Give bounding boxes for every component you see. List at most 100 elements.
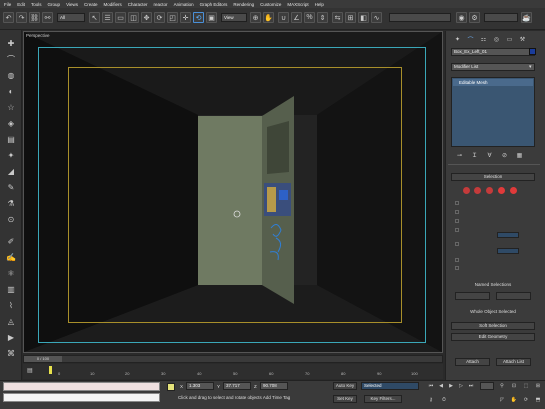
edge-subobject-icon[interactable] [474,187,481,194]
object-name-field[interactable]: Box_Ex_Left_01 [451,48,535,56]
quick-render-icon[interactable]: ☕ [521,12,532,23]
pin-stack-icon[interactable]: ⊸ [455,151,464,159]
z-coord-field[interactable]: 90.708 [260,382,288,390]
reactor-icon[interactable]: ⚛ [5,268,17,279]
brush-icon[interactable]: ✍ [5,252,17,263]
x-coord-field[interactable]: 1.303 [186,382,214,390]
copy-button[interactable] [455,292,490,300]
auto-key-button[interactable]: Auto Key [333,382,357,390]
utilities-icon[interactable]: ◈ [5,118,17,129]
polygon-subobject-icon[interactable] [498,187,505,194]
remove-modifier-icon[interactable]: ⊘ [500,151,509,159]
manipulate-icon[interactable]: ✋ [263,12,274,23]
undo-icon[interactable]: ↶ [3,12,14,23]
vertex-subobject-icon[interactable] [463,187,470,194]
shape-icon[interactable]: ◢ [5,166,17,177]
hierarchy-icon[interactable]: ◍ [5,70,17,81]
ignore-backfacing-checkbox[interactable] [455,210,459,214]
display-tab-icon[interactable]: ▭ [505,35,514,43]
material-editor-icon[interactable]: ◉ [456,12,467,23]
play-icon[interactable]: ▶ [447,382,455,389]
ref-coord-dropdown[interactable]: View [221,13,247,22]
named-selection-dropdown[interactable] [389,13,451,22]
menu-graph-editors[interactable]: Graph Editors [200,2,228,7]
menu-tools[interactable]: Tools [31,2,42,7]
curve-editor-icon[interactable]: ∿ [371,12,382,23]
normals-scale-spinner[interactable] [497,248,519,254]
by-vertex-checkbox[interactable] [455,201,459,205]
key-mode-toggle-icon[interactable]: ⚷ [427,396,435,403]
add-time-tag[interactable]: Add Time Tag [263,395,290,400]
maxscript-listener-input[interactable] [3,382,160,391]
show-end-result-icon[interactable]: Ɪ [470,151,479,159]
menu-maxscript[interactable]: MAXScript [287,2,308,7]
modify-icon[interactable]: ⌒ [5,54,17,65]
select-move-icon[interactable]: ✥ [141,12,152,23]
time-config-icon[interactable]: ⏱ [440,396,448,403]
set-key-button[interactable]: Set Key [333,395,357,403]
element-subobject-icon[interactable] [510,187,517,194]
spacewarp-icon[interactable]: ⚗ [5,198,17,209]
ignore-visible-edges-checkbox[interactable] [455,219,459,223]
attach-list-button[interactable]: Attach List [496,358,531,366]
menu-help[interactable]: Help [315,2,324,7]
motion-tab-icon[interactable]: ◎ [492,35,501,43]
previous-frame-icon[interactable]: ◀ [437,382,445,389]
zoom-all-icon[interactable]: ⊡ [510,382,518,389]
move-icon[interactable]: ✛ [180,12,191,23]
menu-rendering[interactable]: Rendering [233,2,254,7]
cloth-icon[interactable]: ▥ [5,284,17,295]
zoom-icon[interactable]: ⚲ [498,382,506,389]
planar-threshold-spinner[interactable] [497,232,519,238]
maximize-viewport-icon[interactable]: ⬒ [534,396,542,403]
align-icon[interactable]: ⊞ [345,12,356,23]
next-frame-icon[interactable]: ▷ [457,382,465,389]
maxscript-output[interactable] [3,393,160,402]
mirror-icon[interactable]: ⇆ [332,12,343,23]
selection-rollout-header[interactable]: Selection [451,173,535,181]
preview-icon[interactable]: ▶ [5,332,17,343]
angle-snap-icon[interactable]: ∠ [291,12,302,23]
go-to-end-icon[interactable]: ⏭ [467,382,475,389]
viewport-label[interactable]: Perspective [26,33,50,38]
menu-modifiers[interactable]: Modifiers [104,2,122,7]
time-slider-track[interactable] [23,355,443,363]
layer-icon[interactable]: ◧ [358,12,369,23]
configure-sets-icon[interactable]: ▦ [515,151,524,159]
window-crossing-icon[interactable]: ◫ [128,12,139,23]
utilities-tab-icon[interactable]: ⚒ [518,35,527,43]
render-type-dropdown[interactable] [484,13,518,22]
select-object-icon[interactable]: ↖ [89,12,100,23]
selection-filter-dropdown[interactable]: All [57,13,85,22]
menu-file[interactable]: File [4,2,11,7]
menu-create[interactable]: Create [84,2,98,7]
motion-icon[interactable]: ◐ [5,86,17,97]
menu-group[interactable]: Group [48,2,61,7]
light-icon[interactable]: ✦ [5,150,17,161]
select-rotate-icon[interactable]: ⟳ [154,12,165,23]
rope-icon[interactable]: ⌇ [5,300,17,311]
pan-icon[interactable]: ✋ [510,396,518,403]
face-subobject-icon[interactable] [486,187,493,194]
rotate-icon[interactable]: ⟲ [193,12,204,23]
soft-selection-rollout-header[interactable]: Soft Selection [451,322,535,330]
object-color-swatch[interactable] [529,48,536,55]
menu-reactor[interactable]: reactor [154,2,168,7]
hide-checkbox[interactable] [455,266,459,270]
rect-selection-icon[interactable]: ▭ [115,12,126,23]
show-normals-checkbox[interactable] [455,242,459,246]
unlink-icon[interactable]: ⚯ [42,12,53,23]
redo-icon[interactable]: ↷ [16,12,27,23]
time-slider-thumb[interactable]: 0 / 100 [24,356,62,362]
paste-button[interactable] [496,292,531,300]
go-to-start-icon[interactable]: ⏮ [427,382,435,389]
fracture-icon[interactable]: ◬ [5,316,17,327]
spinner-snap-icon[interactable]: ⇕ [317,12,328,23]
modify-tab-icon[interactable]: ⌒ [466,35,475,44]
pivot-icon[interactable]: ⊕ [250,12,261,23]
current-frame-field[interactable] [480,382,494,390]
select-by-name-icon[interactable]: ☰ [102,12,113,23]
scale-icon[interactable]: ▣ [206,12,217,23]
system-icon[interactable]: ⊙ [5,214,17,225]
script-icon[interactable]: ⌘ [5,348,17,359]
